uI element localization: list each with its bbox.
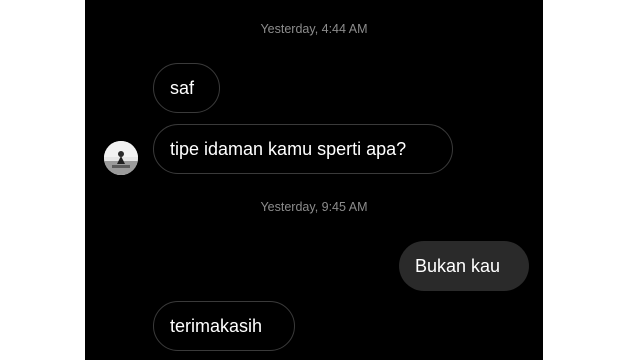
incoming-message[interactable]: terimakasih [153, 301, 295, 351]
message-text: Bukan kau [415, 255, 501, 276]
incoming-message[interactable]: tipe idaman kamu sperti apa? [153, 124, 453, 174]
incoming-message[interactable]: saf [153, 63, 220, 113]
timestamp: Yesterday, 9:45 AM [260, 200, 368, 214]
message-text: tipe idaman kamu sperti apa? [170, 138, 407, 159]
message-text: terimakasih [170, 315, 263, 336]
avatar-icon[interactable] [104, 141, 138, 175]
chat-screen: Yesterday, 4:44 AM saf tipe idaman kamu … [85, 0, 543, 360]
outgoing-message[interactable]: Bukan kau [399, 241, 529, 291]
message-text: saf [170, 77, 195, 98]
timestamp: Yesterday, 4:44 AM [260, 22, 368, 36]
